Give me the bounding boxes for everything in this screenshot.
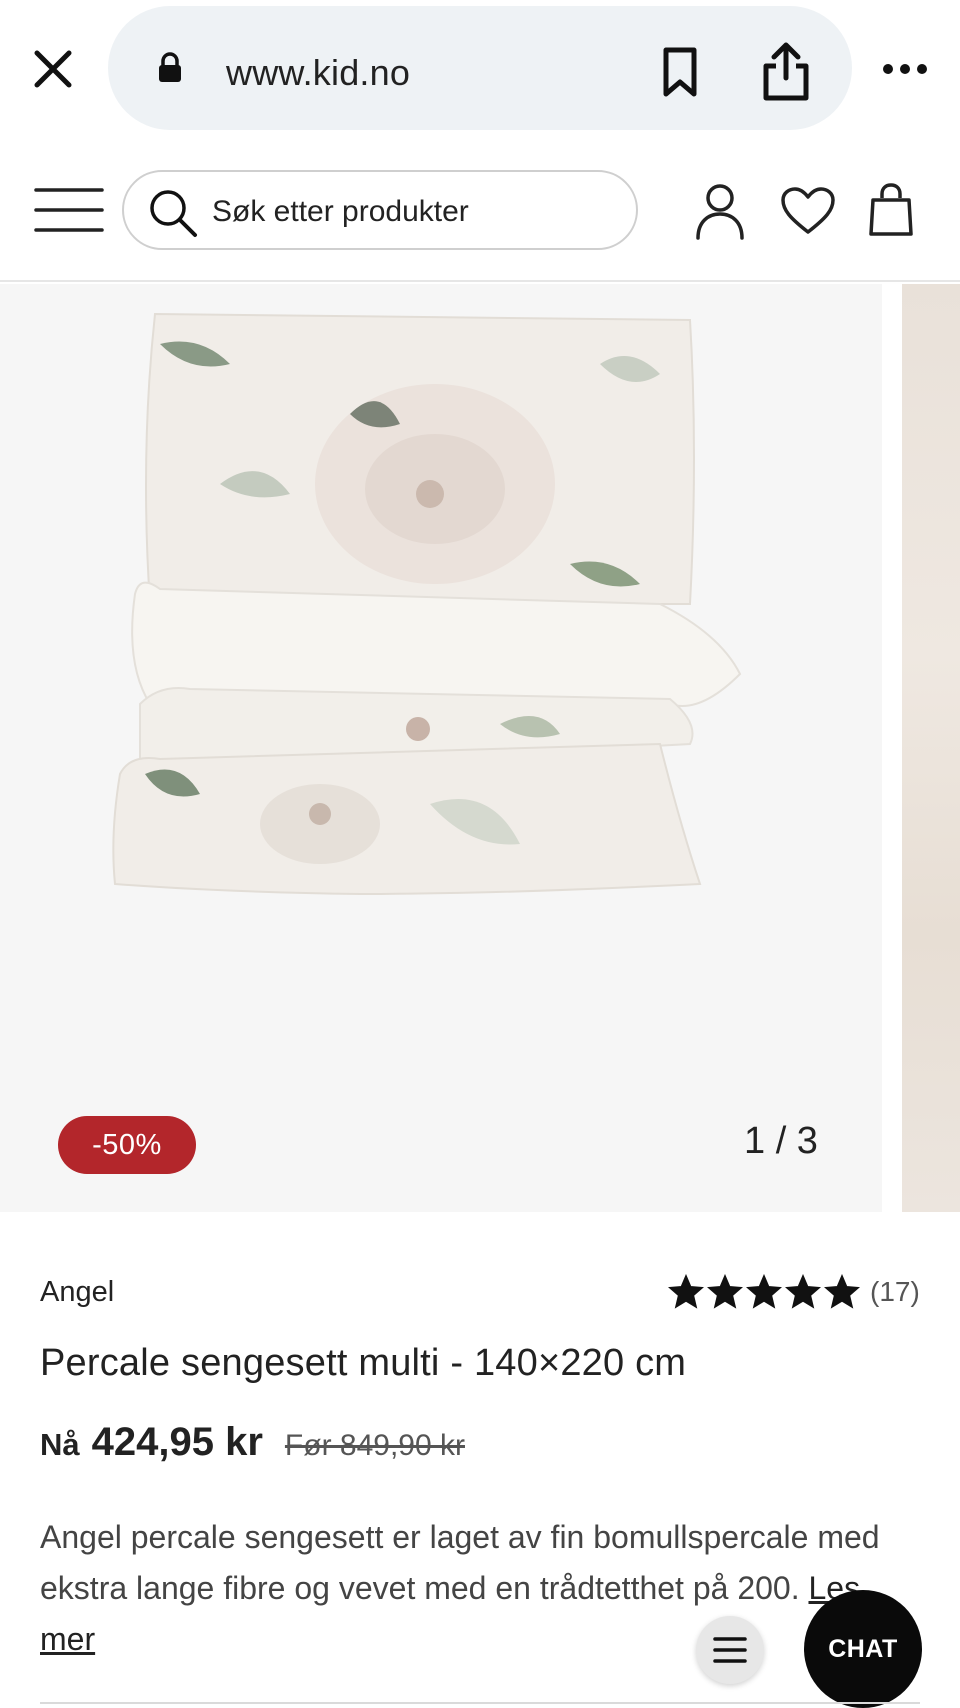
price-before: Før 849,90 kr [284, 1429, 465, 1462]
description-text: Angel percale sengesett er laget av fin … [40, 1519, 880, 1606]
bag-icon[interactable] [868, 182, 914, 238]
gallery-slide-current[interactable]: -50% 1 / 3 [0, 284, 882, 1212]
gallery-slide-next-peek[interactable] [902, 284, 960, 1212]
product-image [112, 312, 742, 896]
user-icon[interactable] [694, 182, 746, 240]
search-input[interactable] [212, 190, 612, 234]
search-bar[interactable] [122, 170, 638, 250]
product-rating[interactable]: (17) [668, 1272, 920, 1312]
bookmark-icon[interactable] [656, 46, 704, 98]
share-icon[interactable] [758, 40, 814, 102]
star-icon [668, 1274, 704, 1309]
close-icon [34, 50, 72, 88]
price-row: Nå 424,95 kr Før 849,90 kr [40, 1420, 465, 1465]
divider [40, 1702, 920, 1704]
address-bar[interactable]: www.kid.no [108, 6, 852, 130]
discount-badge: -50% [58, 1116, 196, 1174]
heart-icon[interactable] [780, 186, 836, 236]
product-gallery[interactable]: -50% 1 / 3 [0, 284, 960, 1212]
rating-stars [668, 1274, 860, 1310]
product-description: Angel percale sengesett er laget av fin … [40, 1512, 920, 1665]
star-icon [707, 1274, 743, 1309]
close-button[interactable] [28, 44, 78, 94]
chat-button[interactable]: CHAT [804, 1590, 922, 1708]
star-icon [824, 1274, 860, 1309]
list-icon [713, 1637, 747, 1663]
lock-icon [159, 52, 181, 82]
product-title: Percale sengesett multi - 140×220 cm [40, 1342, 687, 1384]
search-icon [150, 190, 197, 237]
product-brand[interactable]: Angel [40, 1276, 114, 1309]
price-prefix: Nå [40, 1427, 80, 1462]
star-icon [746, 1274, 782, 1309]
price-current: 424,95 kr [91, 1420, 263, 1464]
more-icon[interactable] [880, 52, 930, 86]
star-icon [785, 1274, 821, 1309]
site-header [0, 138, 960, 282]
floating-menu-button[interactable] [696, 1616, 764, 1684]
browser-toolbar: www.kid.no [0, 0, 960, 138]
image-counter: 1 / 3 [744, 1120, 818, 1162]
hamburger-icon[interactable] [34, 184, 104, 236]
review-count: (17) [870, 1276, 920, 1307]
url-text: www.kid.no [226, 52, 411, 93]
